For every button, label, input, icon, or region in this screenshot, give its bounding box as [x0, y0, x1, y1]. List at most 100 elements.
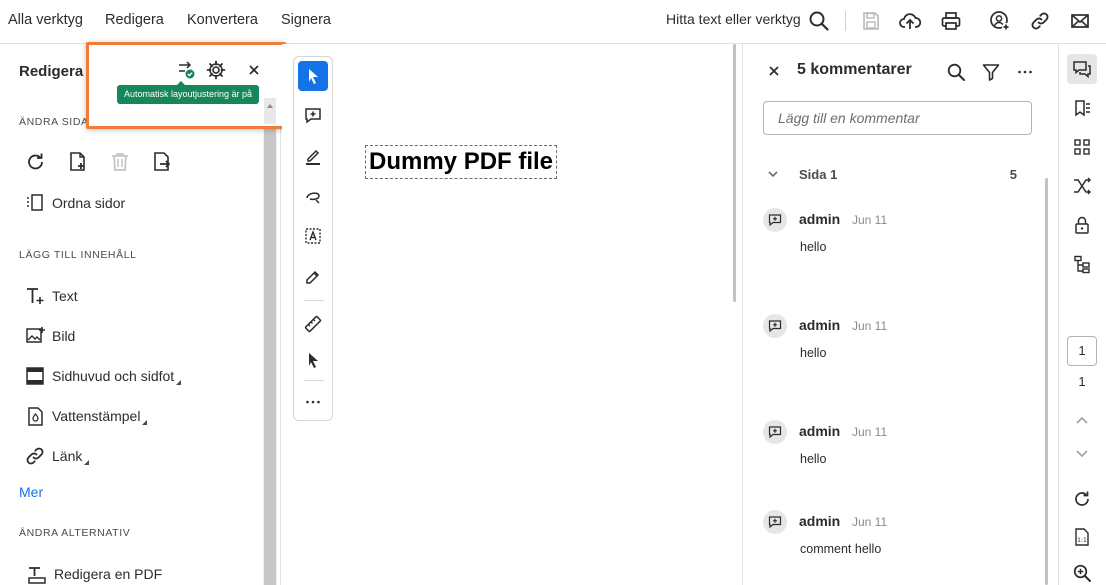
- svg-text:1:1: 1:1: [1077, 537, 1087, 544]
- tab-alla-verktyg[interactable]: Alla verktyg: [8, 0, 83, 44]
- comment-author: admin: [799, 211, 841, 227]
- lock-icon[interactable]: [1067, 210, 1097, 240]
- tab-redigera[interactable]: Redigera: [105, 0, 164, 44]
- insert-page-icon[interactable]: [66, 150, 90, 174]
- page-tools-row: [24, 150, 192, 174]
- mail-icon[interactable]: [1069, 10, 1091, 32]
- watermark-item[interactable]: Vattenstämpel: [24, 404, 148, 428]
- page-group-count: 5: [1009, 166, 1017, 182]
- save-icon[interactable]: [860, 10, 882, 32]
- bookmarks-icon[interactable]: [1067, 93, 1097, 123]
- comment-text: comment hello: [800, 542, 882, 556]
- header-footer-item[interactable]: Sidhuvud och sidfot: [24, 364, 182, 388]
- submenu-indicator: [142, 419, 148, 425]
- print-icon[interactable]: [940, 10, 962, 32]
- auto-layout-tooltip: Automatisk layoutjustering är på: [117, 81, 260, 104]
- more-tools-button[interactable]: [298, 387, 328, 417]
- header-footer-icon: [24, 365, 46, 387]
- zoom-in-icon[interactable]: [1067, 558, 1097, 585]
- delete-page-icon[interactable]: [108, 150, 132, 174]
- add-comment-tool[interactable]: [298, 101, 328, 131]
- comments-panel: 5 kommentarer Sida 1 5 admin Jun 11 hell…: [742, 44, 1058, 585]
- comment-text: hello: [800, 452, 827, 466]
- page-group-label: Sida 1: [799, 166, 838, 182]
- link-item[interactable]: Länk: [24, 444, 90, 468]
- comment-avatar: [763, 510, 787, 534]
- cloud-upload-icon[interactable]: [899, 10, 921, 32]
- search-icon[interactable]: [808, 10, 830, 32]
- edit-pdf-label: Redigera en PDF: [54, 566, 163, 582]
- link-label: Länk: [52, 448, 83, 464]
- section-heading-pages: ÄNDRA SIDA: [19, 116, 89, 128]
- gear-icon[interactable]: [206, 60, 226, 80]
- pdf-title-text[interactable]: Dummy PDF file: [365, 145, 558, 179]
- header-footer-label: Sidhuvud och sidfot: [52, 368, 175, 384]
- tool-divider: [304, 380, 324, 381]
- comments-panel-button[interactable]: [1067, 54, 1097, 84]
- structure-tree-icon[interactable]: [1067, 249, 1097, 279]
- chevron-up-icon[interactable]: [1067, 406, 1097, 436]
- submenu-indicator: [84, 459, 90, 465]
- comment-avatar: [763, 420, 787, 444]
- comment-text: hello: [800, 346, 827, 360]
- compare-icon[interactable]: [1067, 171, 1097, 201]
- share-user-icon[interactable]: [989, 10, 1011, 32]
- draw-tool[interactable]: [298, 181, 328, 211]
- measure-tool[interactable]: [298, 309, 328, 339]
- edit-pdf-icon: [26, 563, 48, 585]
- comments-list: [743, 156, 1057, 585]
- link-icon[interactable]: [1029, 10, 1051, 32]
- find-tools-label[interactable]: Hitta text eller verktyg: [666, 11, 801, 27]
- panel-title: Redigera: [19, 63, 84, 80]
- add-image-icon: [24, 325, 46, 347]
- watermark-label: Vattenstämpel: [52, 408, 141, 424]
- tab-konvertera[interactable]: Konvertera: [187, 0, 258, 44]
- chevron-down-icon[interactable]: [1067, 438, 1097, 468]
- filter-icon[interactable]: [981, 62, 1001, 82]
- refresh-icon[interactable]: [1067, 484, 1097, 514]
- link-icon: [24, 445, 46, 467]
- organize-pages-item[interactable]: Ordna sidor: [24, 191, 125, 215]
- thumbnails-icon[interactable]: [1067, 132, 1097, 162]
- pointer-tool[interactable]: [298, 345, 328, 375]
- tab-signera[interactable]: Signera: [281, 0, 331, 44]
- comments-count-title: 5 kommentarer: [797, 61, 912, 78]
- page-number-input[interactable]: 1: [1067, 336, 1097, 366]
- page-group-header[interactable]: Sida 1 5: [767, 165, 1017, 183]
- extract-page-icon[interactable]: [150, 150, 174, 174]
- comment-date: Jun 11: [852, 515, 888, 529]
- more-options-icon[interactable]: [1015, 62, 1035, 82]
- search-icon[interactable]: [946, 62, 966, 82]
- auto-layout-icon[interactable]: [176, 60, 196, 80]
- add-image-item[interactable]: Bild: [24, 324, 75, 348]
- sign-tool[interactable]: [298, 261, 328, 291]
- close-icon[interactable]: [247, 63, 261, 77]
- actual-size-icon[interactable]: 1:1: [1067, 522, 1097, 552]
- submenu-indicator: [176, 379, 182, 385]
- select-tool[interactable]: [298, 61, 328, 91]
- add-text-item[interactable]: Text: [24, 284, 78, 308]
- scroll-up-button[interactable]: [264, 98, 276, 124]
- quick-tools-strip: [293, 56, 333, 421]
- comments-scrollbar[interactable]: [1045, 178, 1048, 585]
- highlight-tool[interactable]: [298, 141, 328, 171]
- add-text-label: Text: [52, 288, 78, 304]
- comment-author: admin: [799, 317, 841, 333]
- close-icon[interactable]: [767, 64, 781, 78]
- more-link[interactable]: Mer: [19, 484, 43, 500]
- panel-scrollbar-thumb[interactable]: [264, 122, 276, 585]
- section-heading-add-content: LÄGG TILL INNEHÅLL: [19, 249, 137, 261]
- add-text-icon: [24, 285, 46, 307]
- comment-date: Jun 11: [852, 319, 888, 333]
- rotate-icon[interactable]: [24, 150, 48, 174]
- watermark-icon: [24, 405, 46, 427]
- add-image-label: Bild: [52, 328, 76, 344]
- text-box-tool[interactable]: [298, 221, 328, 251]
- document-canvas[interactable]: [282, 44, 742, 585]
- edit-pdf-item[interactable]: Redigera en PDF: [26, 562, 162, 585]
- document-scrollbar[interactable]: [733, 44, 736, 302]
- toolbar-divider: [845, 11, 846, 31]
- comment-author: admin: [799, 513, 841, 529]
- organize-pages-label: Ordna sidor: [52, 195, 126, 211]
- add-comment-input[interactable]: [763, 101, 1032, 135]
